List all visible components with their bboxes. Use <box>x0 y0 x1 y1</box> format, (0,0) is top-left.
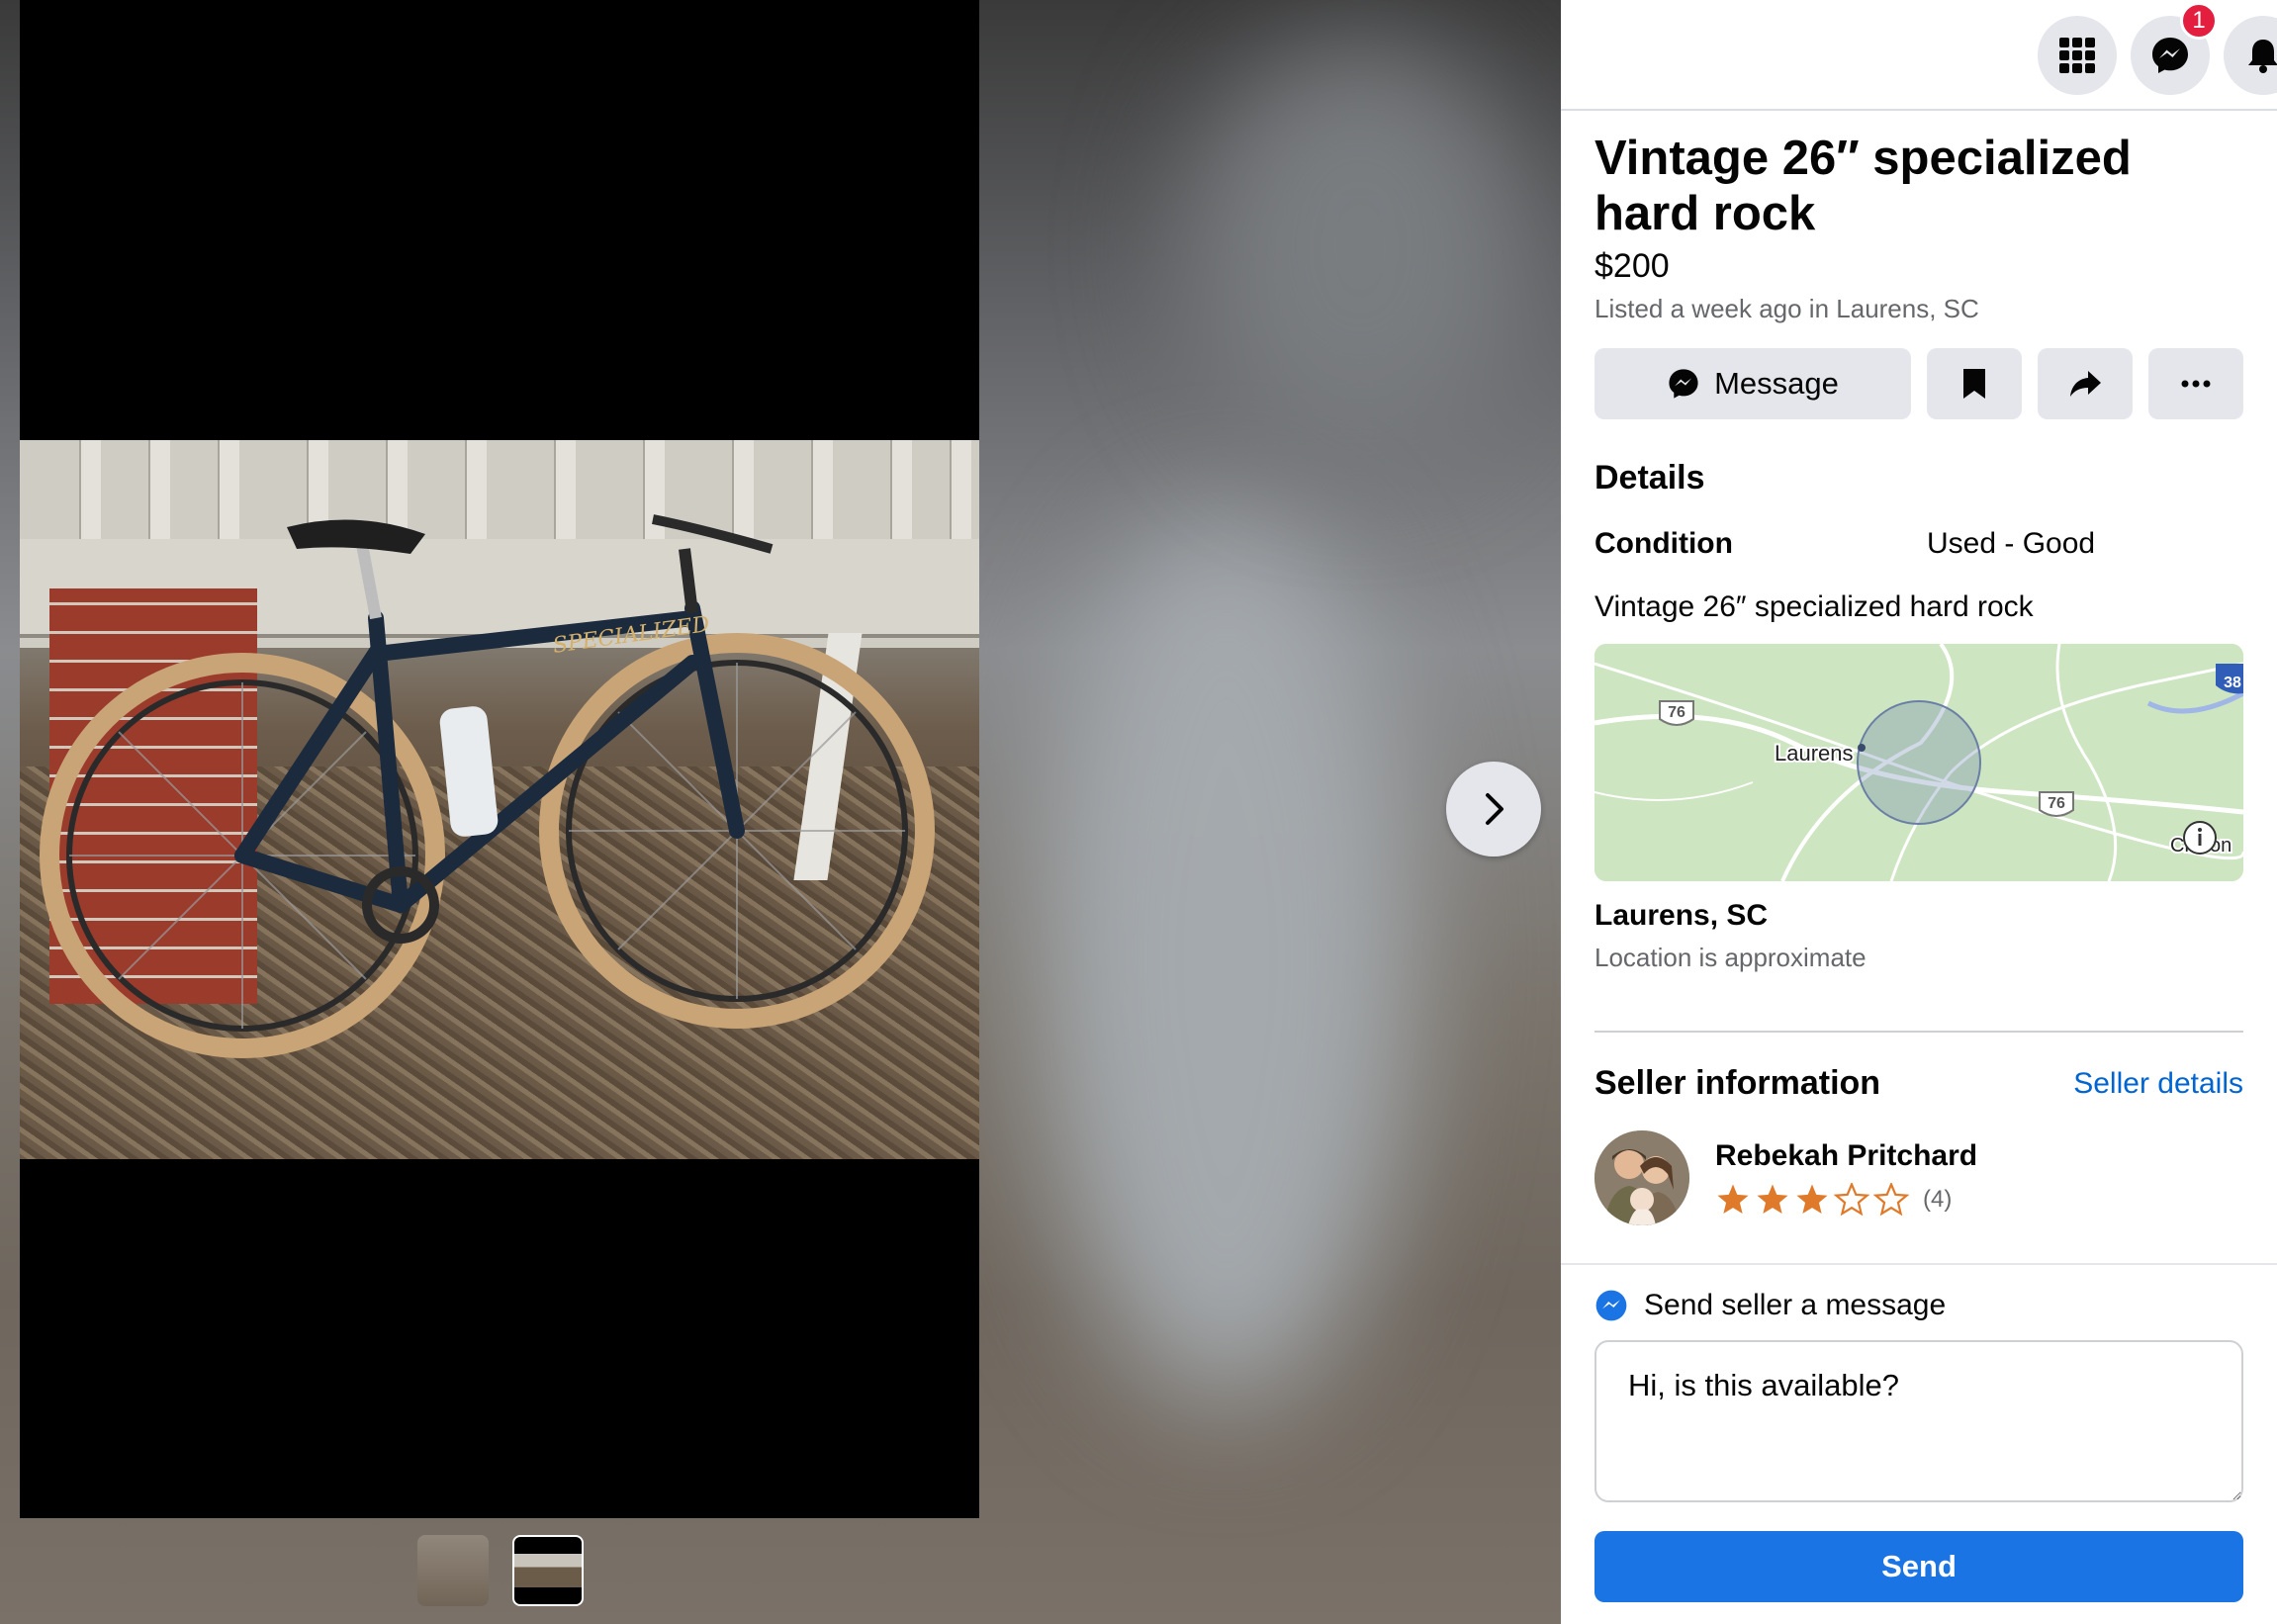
message-input[interactable]: Hi, is this available? <box>1594 1340 2243 1502</box>
bookmark-icon <box>1963 369 1985 399</box>
top-navigation: 1 <box>1561 0 2277 111</box>
listing-title: Vintage 26″ specialized hard rock <box>1594 132 2132 240</box>
send-button[interactable]: Send <box>1594 1531 2243 1602</box>
message-button[interactable]: Message <box>1594 348 1911 419</box>
details-heading: Details <box>1594 459 1705 496</box>
grid-menu-icon <box>2059 38 2095 73</box>
bicycle-image: SPECIALIZED <box>40 514 935 1058</box>
blurred-backdrop <box>1039 514 1414 1404</box>
condition-value: Used - Good <box>1927 527 2096 560</box>
condition-label: Condition <box>1594 527 1733 560</box>
listing-price: $200 <box>1594 247 1670 285</box>
divider <box>1561 1263 2277 1265</box>
photo-thumbnail-selected[interactable] <box>512 1535 584 1606</box>
message-button-label: Message <box>1714 366 1839 401</box>
listing-meta: Listed a week ago in Laurens, SC <box>1594 294 1979 323</box>
star-filled-icon <box>1796 1184 1828 1215</box>
route-shield-76: 76 <box>2048 795 2065 812</box>
photo-thumbnails <box>417 1535 584 1606</box>
more-dots-icon <box>2181 380 2211 388</box>
star-outline-icon <box>1834 1183 1869 1217</box>
messenger-icon <box>1669 369 1698 399</box>
route-shield-76: 76 <box>1668 704 1685 721</box>
send-message-header: Send seller a message <box>1594 1289 2243 1322</box>
share-icon <box>2070 371 2101 397</box>
messenger-button[interactable]: 1 <box>2131 2 2218 95</box>
photo-thumbnail[interactable] <box>417 1535 489 1606</box>
share-button[interactable] <box>2038 348 2133 419</box>
more-options-button[interactable] <box>2148 348 2243 419</box>
photo-stage: SPECIALIZED <box>20 0 979 1518</box>
messenger-icon <box>1595 1290 1627 1321</box>
listing-actions: Message <box>1594 348 2243 419</box>
seller-details-link[interactable]: Seller details <box>2073 1067 2243 1101</box>
listing-photo[interactable]: SPECIALIZED <box>20 440 979 1159</box>
media-viewer: SPECIALIZED <box>0 0 1561 1624</box>
star-filled-icon <box>1717 1184 1749 1215</box>
location-name: Laurens, SC <box>1594 899 1769 932</box>
notifications-button[interactable] <box>2224 16 2277 95</box>
seller-heading: Seller information <box>1594 1064 1881 1102</box>
divider <box>1594 1031 2243 1033</box>
next-photo-button[interactable] <box>1446 762 1541 857</box>
info-icon[interactable] <box>2183 821 2217 855</box>
messenger-icon <box>2152 38 2188 73</box>
location-map[interactable]: 76 76 38 Laurens Clinton <box>1594 644 2243 881</box>
listing-panel: 1 Vintage 26″ specialized hard rock $200… <box>1561 0 2277 1624</box>
map-graphic: 76 76 38 Laurens Clinton <box>1594 644 2243 881</box>
location-note: Location is approximate <box>1594 943 1867 972</box>
blurred-backdrop <box>1187 40 1533 455</box>
condition-row: Condition Used - Good <box>1594 527 2243 561</box>
rating-count: (4) <box>1923 1186 1953 1213</box>
bell-icon <box>2248 40 2277 73</box>
seller-rating[interactable]: (4) <box>1715 1183 1977 1217</box>
seller-photo <box>1594 1130 1689 1225</box>
chevron-right-icon <box>1486 793 1503 825</box>
star-filled-icon <box>1757 1184 1788 1215</box>
notification-badge: 1 <box>2180 2 2218 40</box>
seller-name[interactable]: Rebekah Pritchard <box>1715 1139 1977 1173</box>
send-message-heading: Send seller a message <box>1644 1289 1947 1321</box>
menu-button[interactable] <box>2038 16 2117 95</box>
star-outline-icon <box>1873 1183 1909 1217</box>
save-button[interactable] <box>1927 348 2022 419</box>
map-city-label: Laurens <box>1775 741 1854 766</box>
listing-description: Vintage 26″ specialized hard rock <box>1594 590 2034 623</box>
interstate-shield: 38 <box>2224 675 2241 691</box>
avatar[interactable] <box>1594 1130 1689 1225</box>
seller-header: Seller information Seller details <box>1594 1064 2243 1103</box>
seller-card: Rebekah Pritchard (4) <box>1594 1130 2243 1225</box>
